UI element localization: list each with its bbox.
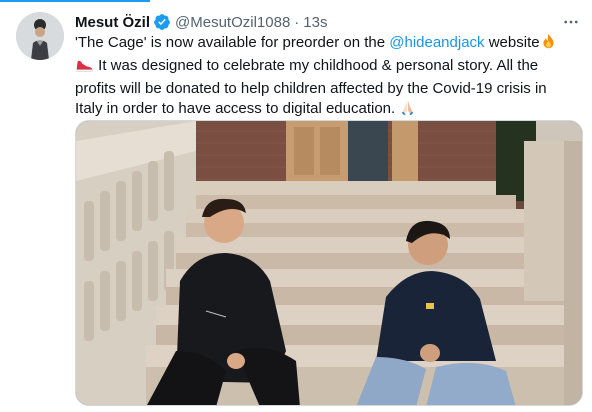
- separator-dot: ·: [294, 13, 300, 31]
- tweet-text-part1: 'The Cage' is now available for preorder…: [75, 34, 390, 51]
- timestamp[interactable]: 13s: [303, 14, 327, 31]
- folded-hands-emoji-icon: [399, 99, 416, 122]
- author-handle[interactable]: @MesutOzil1088: [175, 14, 290, 31]
- avatar[interactable]: [16, 12, 64, 60]
- tweet-text-part3: It was designed to celebrate my childhoo…: [75, 57, 547, 117]
- tweet[interactable]: Mesut Özil @MesutOzil1088 · 13s 'The Cag…: [0, 0, 592, 412]
- author-name[interactable]: Mesut Özil: [75, 14, 150, 31]
- tweet-header: Mesut Özil @MesutOzil1088 · 13s: [75, 12, 580, 32]
- verified-badge-icon: [153, 13, 171, 31]
- fire-emoji-icon: [540, 33, 557, 56]
- tweet-text-part2: website: [484, 34, 540, 51]
- more-options-icon[interactable]: [562, 13, 580, 31]
- mention-link[interactable]: @hideandjack: [389, 34, 484, 51]
- sneaker-emoji-icon: [75, 56, 94, 79]
- tweet-text: 'The Cage' is now available for preorder…: [75, 33, 575, 122]
- tweet-photo[interactable]: [75, 120, 583, 406]
